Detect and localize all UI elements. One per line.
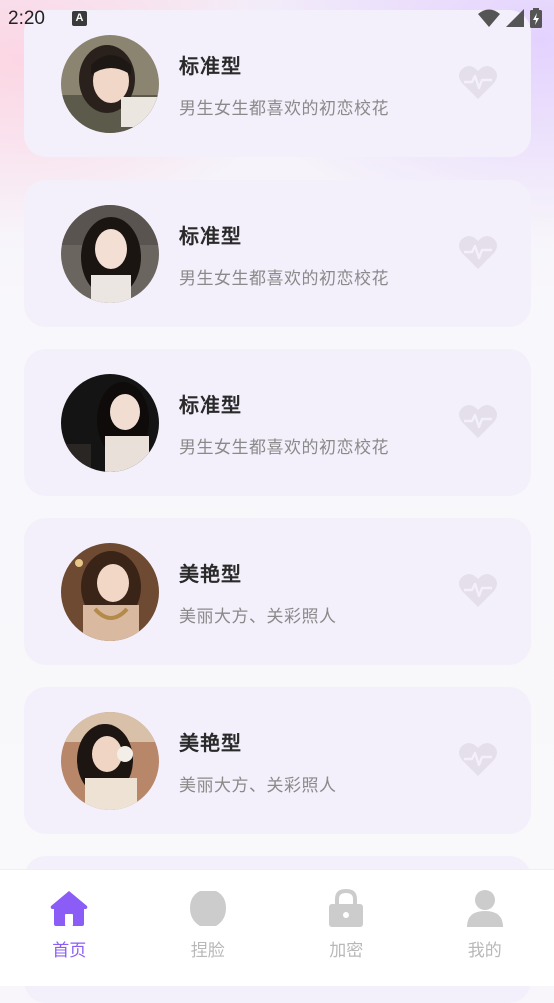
home-icon: [49, 888, 89, 928]
wifi-icon: [478, 9, 500, 27]
tab-home[interactable]: 首页: [0, 870, 139, 970]
card-subtitle: 男生女生都喜欢的初恋校花: [179, 433, 389, 458]
card-title: 标准型: [179, 389, 242, 418]
tab-label: 加密: [277, 936, 416, 961]
avatar: [61, 374, 159, 472]
heartbeat-favorite-icon[interactable]: [458, 572, 498, 608]
user-icon: [465, 888, 505, 928]
notification-a-icon: A: [72, 11, 87, 26]
face-icon: [188, 888, 228, 928]
heartbeat-favorite-icon[interactable]: [458, 64, 498, 100]
companion-card[interactable]: 美艳型 美丽大方、关彩照人: [24, 687, 531, 834]
battery-icon: [530, 8, 542, 28]
status-bar: 2:20 A: [0, 0, 554, 38]
tab-label: 我的: [416, 936, 554, 961]
tab-label: 首页: [0, 936, 139, 961]
avatar: [61, 712, 159, 810]
card-subtitle: 美丽大方、关彩照人: [179, 771, 337, 796]
tab-face[interactable]: 捏脸: [139, 870, 278, 970]
card-title: 标准型: [179, 220, 242, 249]
bottom-tab-bar: 首页 捏脸 加密 我的: [0, 869, 554, 986]
heartbeat-favorite-icon[interactable]: [458, 403, 498, 439]
tab-encrypt[interactable]: 加密: [277, 870, 416, 970]
avatar: [61, 205, 159, 303]
tab-mine[interactable]: 我的: [416, 870, 554, 970]
tab-label: 捏脸: [139, 936, 278, 961]
lock-icon: [326, 888, 366, 928]
card-subtitle: 男生女生都喜欢的初恋校花: [179, 264, 389, 289]
signal-icon: [506, 9, 524, 27]
companion-card[interactable]: 标准型 男生女生都喜欢的初恋校花: [24, 349, 531, 496]
card-title: 美艳型: [179, 727, 242, 756]
status-time: 2:20: [8, 8, 45, 30]
companion-card[interactable]: 美艳型 美丽大方、关彩照人: [24, 518, 531, 665]
card-title: 美艳型: [179, 558, 242, 587]
avatar: [61, 35, 159, 133]
avatar: [61, 543, 159, 641]
card-title: 标准型: [179, 50, 242, 79]
heartbeat-favorite-icon[interactable]: [458, 234, 498, 270]
companion-card[interactable]: 标准型 男生女生都喜欢的初恋校花: [24, 180, 531, 327]
system-icons: [478, 8, 542, 28]
card-subtitle: 男生女生都喜欢的初恋校花: [179, 94, 389, 119]
heartbeat-favorite-icon[interactable]: [458, 741, 498, 777]
card-subtitle: 美丽大方、关彩照人: [179, 602, 337, 627]
